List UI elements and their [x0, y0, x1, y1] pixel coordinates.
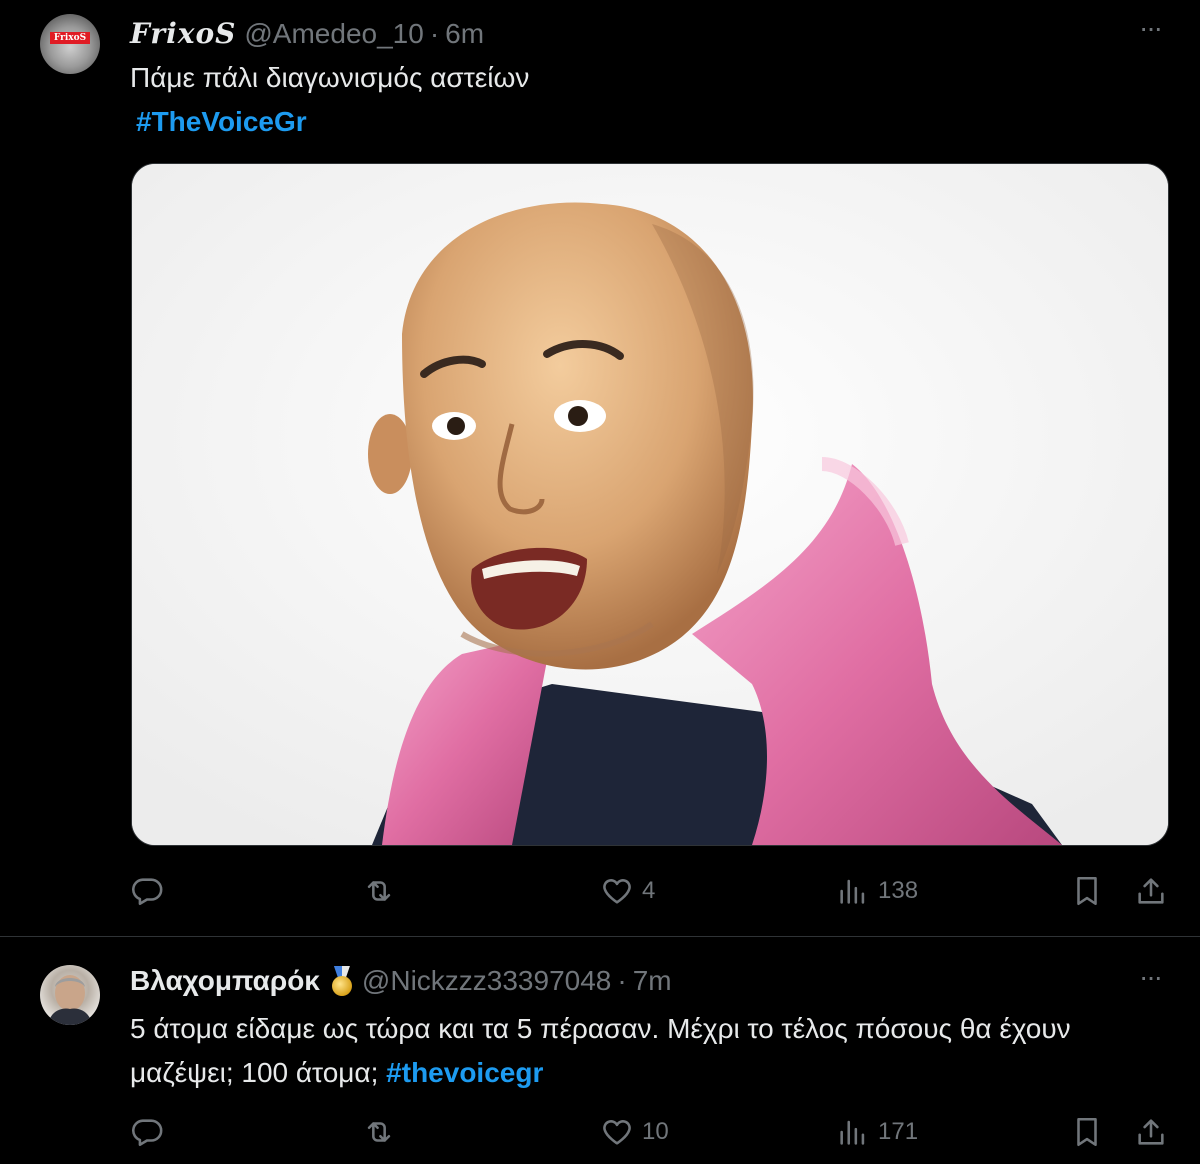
user-handle[interactable]: @Nickzzz33397048: [362, 965, 611, 996]
heart-icon: [603, 879, 631, 904]
tweet[interactable]: Βλαχομπαρόκ @Nickzzz33397048 · 7m ··· 5 άτο…: [0, 937, 1200, 1164]
retweet-icon: [367, 1122, 391, 1142]
reply-icon: [132, 1119, 163, 1147]
photo-illustration: [132, 164, 1168, 845]
bookmark-icon: [1077, 876, 1097, 906]
views-chart-icon: [840, 1120, 865, 1145]
like-button[interactable]: 10: [600, 1112, 669, 1152]
reply-icon: [132, 878, 163, 906]
tweet-text: Πάμε πάλι διαγωνισμός αστείων #TheVoiceG…: [130, 56, 1170, 144]
share-button[interactable]: [1134, 1112, 1168, 1152]
tweet-text: 5 άτομα είδαμε ως τώρα και τα 5 πέρασαν.…: [130, 1007, 1170, 1095]
tweet-text-body: 5 άτομα είδαμε ως τώρα και τα 5 πέρασαν.…: [130, 1013, 1071, 1088]
retweet-button[interactable]: [362, 1112, 404, 1152]
separator-dot: ·: [617, 965, 627, 996]
bookmark-icon: [1077, 1117, 1097, 1147]
like-count: 10: [642, 1118, 669, 1145]
timestamp[interactable]: 7m: [633, 965, 672, 996]
bookmark-button[interactable]: [1070, 1112, 1104, 1152]
medal-icon: [330, 966, 354, 996]
tweet-media-photo[interactable]: [131, 163, 1169, 846]
more-options-icon[interactable]: ···: [1130, 14, 1170, 48]
view-count: 138: [878, 877, 919, 904]
like-count: 4: [642, 877, 656, 904]
user-handle[interactable]: @Amedeo_10: [244, 18, 423, 49]
tweet[interactable]: FrixoS FrixoS @Amedeo_10 · 6m ··· Πάμε πάλι…: [0, 0, 1200, 937]
bookmark-button[interactable]: [1070, 871, 1104, 911]
tweet-actions: 10 171: [130, 1112, 1170, 1152]
view-count: 171: [878, 1118, 919, 1145]
reply-button[interactable]: [130, 871, 172, 911]
share-icon: [1138, 1119, 1164, 1145]
avatar[interactable]: [40, 965, 100, 1025]
heart-icon: [603, 1120, 631, 1145]
views-chart-icon: [840, 879, 865, 904]
tweet-text-line: Πάμε πάλι διαγωνισμός αστείων: [130, 62, 530, 93]
display-name[interactable]: Βλαχομπαρόκ: [130, 965, 320, 996]
more-options-icon[interactable]: ···: [1130, 963, 1170, 997]
share-icon: [1138, 878, 1164, 904]
views-button[interactable]: 138: [836, 871, 918, 911]
separator-dot: ·: [429, 18, 440, 49]
tweet-actions: 4 138: [130, 871, 1170, 911]
tweet-header: FrixoS @Amedeo_10 · 6m: [130, 16, 484, 52]
timestamp[interactable]: 6m: [445, 18, 484, 49]
avatar[interactable]: FrixoS: [40, 14, 100, 74]
retweet-icon: [367, 881, 391, 901]
hashtag-link[interactable]: #TheVoiceGr: [136, 100, 307, 144]
avatar-badge-text: FrixoS: [50, 32, 90, 44]
like-button[interactable]: 4: [600, 871, 655, 911]
display-name[interactable]: FrixoS: [130, 17, 236, 50]
retweet-button[interactable]: [362, 871, 404, 911]
views-button[interactable]: 171: [836, 1112, 918, 1152]
reply-button[interactable]: [130, 1112, 172, 1152]
avatar-portrait: [48, 975, 92, 1025]
tweet-header: Βλαχομπαρόκ @Nickzzz33397048 · 7m: [130, 963, 672, 999]
hashtag-link[interactable]: #thevoicegr: [386, 1057, 543, 1088]
share-button[interactable]: [1134, 871, 1168, 911]
